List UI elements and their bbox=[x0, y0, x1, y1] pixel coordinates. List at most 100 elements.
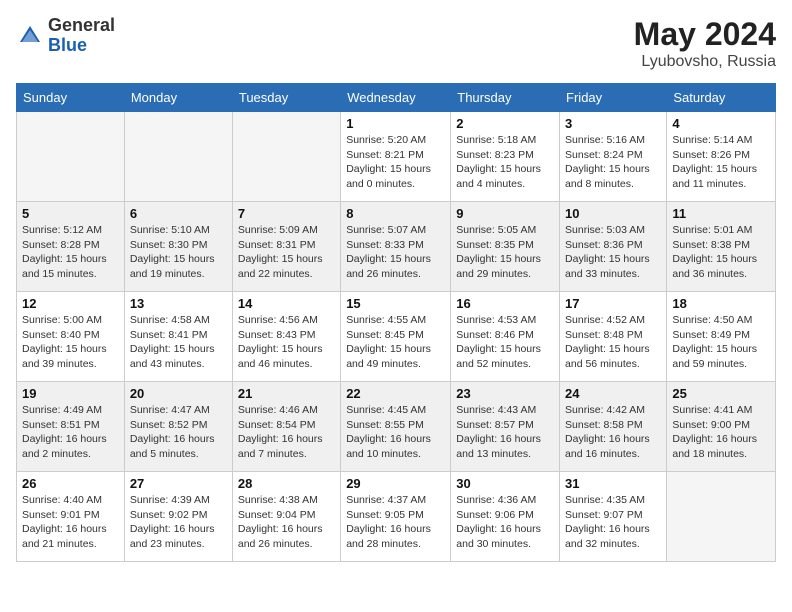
day-info: Sunrise: 4:52 AM Sunset: 8:48 PM Dayligh… bbox=[565, 313, 661, 372]
day-header-monday: Monday bbox=[124, 84, 232, 112]
calendar-cell: 19Sunrise: 4:49 AM Sunset: 8:51 PM Dayli… bbox=[17, 382, 125, 472]
calendar-cell: 27 Sunrise: 4:39 AM Sunset: 9:02 PM Dayli… bbox=[124, 472, 232, 562]
day-number: 10 bbox=[565, 206, 661, 221]
day-number: 14 bbox=[238, 296, 335, 311]
day-header-thursday: Thursday bbox=[451, 84, 560, 112]
day-info: Sunrise: 5:09 AM Sunset: 8:31 PM Dayligh… bbox=[238, 223, 335, 282]
calendar-week-row: 12 Sunrise: 5:00 AM Sunset: 8:40 PM Dayli… bbox=[17, 292, 776, 382]
day-number: 9 bbox=[456, 206, 554, 221]
day-info: Sunrise: 4:49 AM Sunset: 8:51 PM Dayligh… bbox=[22, 403, 119, 462]
day-number: 6 bbox=[130, 206, 227, 221]
day-info: Sunrise: 5:16 AM Sunset: 8:24 PM Dayligh… bbox=[565, 133, 661, 192]
day-number: 16 bbox=[456, 296, 554, 311]
day-info: Sunrise: 4:53 AM Sunset: 8:46 PM Dayligh… bbox=[456, 313, 554, 372]
day-info: Sunrise: 4:45 AM Sunset: 8:55 PM Dayligh… bbox=[346, 403, 445, 462]
day-number: 18 bbox=[672, 296, 770, 311]
calendar-week-row: 19Sunrise: 4:49 AM Sunset: 8:51 PM Dayli… bbox=[17, 382, 776, 472]
calendar-cell bbox=[17, 112, 125, 202]
calendar-cell: 4 Sunrise: 5:14 AM Sunset: 8:26 PM Daylig… bbox=[667, 112, 776, 202]
day-number: 23 bbox=[456, 386, 554, 401]
calendar-cell: 26 Sunrise: 4:40 AM Sunset: 9:01 PM Dayli… bbox=[17, 472, 125, 562]
calendar-cell: 28 Sunrise: 4:38 AM Sunset: 9:04 PM Dayli… bbox=[232, 472, 340, 562]
day-info: Sunrise: 5:14 AM Sunset: 8:26 PM Dayligh… bbox=[672, 133, 770, 192]
calendar-cell: 3 Sunrise: 5:16 AM Sunset: 8:24 PM Daylig… bbox=[560, 112, 667, 202]
calendar-cell: 29 Sunrise: 4:37 AM Sunset: 9:05 PM Dayli… bbox=[341, 472, 451, 562]
day-info: Sunrise: 5:18 AM Sunset: 8:23 PM Dayligh… bbox=[456, 133, 554, 192]
calendar-cell: 21 Sunrise: 4:46 AM Sunset: 8:54 PM Dayli… bbox=[232, 382, 340, 472]
day-info: Sunrise: 4:43 AM Sunset: 8:57 PM Dayligh… bbox=[456, 403, 554, 462]
day-number: 28 bbox=[238, 476, 335, 491]
day-info: Sunrise: 5:00 AM Sunset: 8:40 PM Dayligh… bbox=[22, 313, 119, 372]
page-header: General Blue May 2024 Lyubovsho, Russia bbox=[16, 16, 776, 71]
day-number: 15 bbox=[346, 296, 445, 311]
calendar-cell: 6 Sunrise: 5:10 AM Sunset: 8:30 PM Daylig… bbox=[124, 202, 232, 292]
calendar-header-row: SundayMondayTuesdayWednesdayThursdayFrid… bbox=[17, 84, 776, 112]
day-info: Sunrise: 5:10 AM Sunset: 8:30 PM Dayligh… bbox=[130, 223, 227, 282]
day-number: 7 bbox=[238, 206, 335, 221]
calendar-cell: 14 Sunrise: 4:56 AM Sunset: 8:43 PM Dayli… bbox=[232, 292, 340, 382]
calendar-week-row: 1Sunrise: 5:20 AM Sunset: 8:21 PM Daylig… bbox=[17, 112, 776, 202]
day-number: 2 bbox=[456, 116, 554, 131]
logo-blue: Blue bbox=[48, 36, 115, 56]
logo: General Blue bbox=[16, 16, 115, 56]
day-number: 17 bbox=[565, 296, 661, 311]
day-info: Sunrise: 4:39 AM Sunset: 9:02 PM Dayligh… bbox=[130, 493, 227, 552]
logo-icon bbox=[16, 22, 44, 50]
calendar-cell: 30Sunrise: 4:36 AM Sunset: 9:06 PM Dayli… bbox=[451, 472, 560, 562]
day-number: 5 bbox=[22, 206, 119, 221]
day-info: Sunrise: 5:12 AM Sunset: 8:28 PM Dayligh… bbox=[22, 223, 119, 282]
calendar-cell: 5 Sunrise: 5:12 AM Sunset: 8:28 PM Daylig… bbox=[17, 202, 125, 292]
logo-general: General bbox=[48, 16, 115, 36]
calendar-cell bbox=[124, 112, 232, 202]
calendar-cell: 23 Sunrise: 4:43 AM Sunset: 8:57 PM Dayli… bbox=[451, 382, 560, 472]
day-number: 26 bbox=[22, 476, 119, 491]
calendar-cell: 8Sunrise: 5:07 AM Sunset: 8:33 PM Daylig… bbox=[341, 202, 451, 292]
day-header-tuesday: Tuesday bbox=[232, 84, 340, 112]
day-number: 4 bbox=[672, 116, 770, 131]
day-info: Sunrise: 5:03 AM Sunset: 8:36 PM Dayligh… bbox=[565, 223, 661, 282]
day-info: Sunrise: 5:07 AM Sunset: 8:33 PM Dayligh… bbox=[346, 223, 445, 282]
day-info: Sunrise: 5:05 AM Sunset: 8:35 PM Dayligh… bbox=[456, 223, 554, 282]
day-info: Sunrise: 4:55 AM Sunset: 8:45 PM Dayligh… bbox=[346, 313, 445, 372]
calendar-cell: 13Sunrise: 4:58 AM Sunset: 8:41 PM Dayli… bbox=[124, 292, 232, 382]
calendar-cell: 7 Sunrise: 5:09 AM Sunset: 8:31 PM Daylig… bbox=[232, 202, 340, 292]
calendar-week-row: 26 Sunrise: 4:40 AM Sunset: 9:01 PM Dayli… bbox=[17, 472, 776, 562]
day-info: Sunrise: 4:35 AM Sunset: 9:07 PM Dayligh… bbox=[565, 493, 661, 552]
day-info: Sunrise: 4:38 AM Sunset: 9:04 PM Dayligh… bbox=[238, 493, 335, 552]
logo-text: General Blue bbox=[48, 16, 115, 56]
calendar-cell: 22 Sunrise: 4:45 AM Sunset: 8:55 PM Dayli… bbox=[341, 382, 451, 472]
day-number: 22 bbox=[346, 386, 445, 401]
month-year: May 2024 bbox=[634, 16, 776, 53]
day-number: 29 bbox=[346, 476, 445, 491]
calendar-cell: 24 Sunrise: 4:42 AM Sunset: 8:58 PM Dayli… bbox=[560, 382, 667, 472]
day-info: Sunrise: 4:56 AM Sunset: 8:43 PM Dayligh… bbox=[238, 313, 335, 372]
day-info: Sunrise: 4:46 AM Sunset: 8:54 PM Dayligh… bbox=[238, 403, 335, 462]
day-number: 24 bbox=[565, 386, 661, 401]
day-number: 21 bbox=[238, 386, 335, 401]
day-header-sunday: Sunday bbox=[17, 84, 125, 112]
day-number: 11 bbox=[672, 206, 770, 221]
calendar-cell bbox=[232, 112, 340, 202]
day-info: Sunrise: 4:58 AM Sunset: 8:41 PM Dayligh… bbox=[130, 313, 227, 372]
calendar-cell: 1Sunrise: 5:20 AM Sunset: 8:21 PM Daylig… bbox=[341, 112, 451, 202]
day-info: Sunrise: 4:40 AM Sunset: 9:01 PM Dayligh… bbox=[22, 493, 119, 552]
calendar-cell: 20Sunrise: 4:47 AM Sunset: 8:52 PM Dayli… bbox=[124, 382, 232, 472]
location: Lyubovsho, Russia bbox=[634, 53, 776, 71]
day-info: Sunrise: 4:37 AM Sunset: 9:05 PM Dayligh… bbox=[346, 493, 445, 552]
calendar-week-row: 5 Sunrise: 5:12 AM Sunset: 8:28 PM Daylig… bbox=[17, 202, 776, 292]
calendar-cell: 11Sunrise: 5:01 AM Sunset: 8:38 PM Dayli… bbox=[667, 202, 776, 292]
day-number: 31 bbox=[565, 476, 661, 491]
day-number: 12 bbox=[22, 296, 119, 311]
day-number: 25 bbox=[672, 386, 770, 401]
day-number: 20 bbox=[130, 386, 227, 401]
calendar-table: SundayMondayTuesdayWednesdayThursdayFrid… bbox=[16, 83, 776, 562]
calendar-cell: 25Sunrise: 4:41 AM Sunset: 9:00 PM Dayli… bbox=[667, 382, 776, 472]
calendar-cell bbox=[667, 472, 776, 562]
calendar-cell: 16 Sunrise: 4:53 AM Sunset: 8:46 PM Dayli… bbox=[451, 292, 560, 382]
day-info: Sunrise: 4:42 AM Sunset: 8:58 PM Dayligh… bbox=[565, 403, 661, 462]
calendar-cell: 17 Sunrise: 4:52 AM Sunset: 8:48 PM Dayli… bbox=[560, 292, 667, 382]
calendar-cell: 31 Sunrise: 4:35 AM Sunset: 9:07 PM Dayli… bbox=[560, 472, 667, 562]
day-number: 27 bbox=[130, 476, 227, 491]
day-number: 3 bbox=[565, 116, 661, 131]
day-info: Sunrise: 4:36 AM Sunset: 9:06 PM Dayligh… bbox=[456, 493, 554, 552]
